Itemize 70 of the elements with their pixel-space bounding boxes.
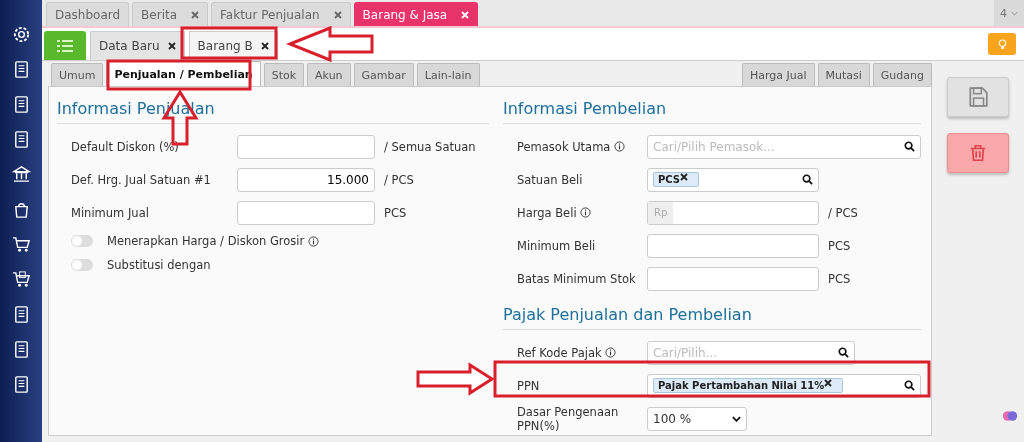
page-tab[interactable]: Berita	[132, 2, 209, 26]
field-label: Batas Minimum Stok	[517, 271, 637, 286]
section-tab[interactable]: Akun	[307, 63, 351, 86]
field-label: Minimum Beli	[517, 238, 597, 253]
unit-label: / PCS	[384, 172, 414, 187]
close-icon[interactable]	[260, 42, 269, 50]
section-tab[interactable]: Gambar	[353, 63, 414, 86]
close-icon[interactable]	[824, 379, 833, 387]
section-tab[interactable]: Stok	[263, 63, 305, 86]
input-field[interactable]	[647, 233, 819, 258]
field-label: Harga Beli	[517, 205, 647, 220]
selected-tag: PCS	[653, 172, 700, 187]
page-tab[interactable]: Faktur Penjualan	[211, 2, 351, 26]
form-tab[interactable]: Data Baru	[90, 31, 185, 60]
unit-label: PCS	[828, 271, 851, 286]
tag-select-field[interactable]: Pajak Pertambahan Nilai 11%	[647, 373, 921, 398]
chevron-down-icon	[732, 415, 741, 422]
field-label: PPN	[517, 378, 541, 393]
brain-icon[interactable]	[1002, 408, 1018, 424]
toggle-label: Substitusi dengan	[107, 258, 211, 272]
close-icon[interactable]	[680, 173, 689, 181]
tab-count-dropdown[interactable]: 4	[994, 0, 1024, 26]
lightbulb-icon	[997, 38, 1007, 50]
gear-icon[interactable]	[11, 25, 31, 44]
unit-label: / PCS	[828, 205, 858, 220]
section-heading: Informasi Pembelian	[503, 99, 921, 124]
field-label: Pemasok Utama	[517, 139, 647, 154]
page-tab[interactable]: Barang & Jasa	[353, 2, 479, 26]
close-icon[interactable]	[167, 42, 176, 50]
search-icon[interactable]	[904, 380, 915, 391]
info-icon	[307, 235, 319, 247]
unit-label: PCS	[828, 238, 851, 253]
toggle-switch[interactable]	[71, 259, 93, 271]
section-tab[interactable]: Harga Jual	[741, 63, 815, 86]
list-icon	[57, 39, 73, 52]
field-label: Minimum Jual	[71, 205, 150, 220]
input-field[interactable]	[647, 266, 819, 291]
field-label: Dasar Pengenaan PPN(%)	[517, 404, 620, 433]
trash-icon	[969, 143, 987, 163]
input-field[interactable]	[237, 134, 375, 159]
field-label: Ref Kode Pajak	[517, 345, 647, 360]
page-tab[interactable]: Dashboard	[46, 2, 130, 26]
search-icon[interactable]	[802, 174, 813, 185]
section-tab[interactable]: Mutasi	[817, 63, 870, 86]
info-icon	[580, 207, 592, 218]
bank-icon[interactable]	[11, 165, 31, 184]
chevron-down-icon	[1011, 10, 1018, 16]
unit-label: / Semua Satuan	[384, 139, 476, 154]
field-label: Def. Hrg. Jual Satuan #1	[71, 172, 212, 187]
section-tab[interactable]: Gudang	[872, 63, 932, 86]
cart-box-icon[interactable]	[11, 270, 31, 289]
tag-select-field[interactable]: PCS	[647, 167, 819, 192]
search-icon[interactable]	[904, 141, 915, 152]
toggle-label: Menerapkan Harga / Diskon Grosir	[107, 234, 319, 248]
field-label: Satuan Beli	[517, 172, 584, 187]
input-field[interactable]: 15.000	[237, 167, 375, 192]
unit-label: PCS	[384, 205, 407, 220]
info-icon	[605, 347, 617, 358]
percent-select[interactable]: 100 %	[647, 406, 747, 431]
cart-icon[interactable]	[11, 235, 31, 254]
input-field[interactable]	[237, 200, 375, 225]
toggle-switch[interactable]	[71, 235, 93, 247]
search-icon[interactable]	[838, 347, 849, 358]
save-button[interactable]	[947, 77, 1009, 117]
save-icon	[967, 86, 989, 108]
section-tab[interactable]: Umum	[51, 63, 104, 86]
info-icon	[614, 141, 626, 152]
section-heading: Pajak Penjualan dan Pembelian	[503, 305, 921, 330]
selected-tag: Pajak Pertambahan Nilai 11%	[653, 378, 844, 393]
section-tab[interactable]: Lain-lain	[416, 63, 480, 86]
